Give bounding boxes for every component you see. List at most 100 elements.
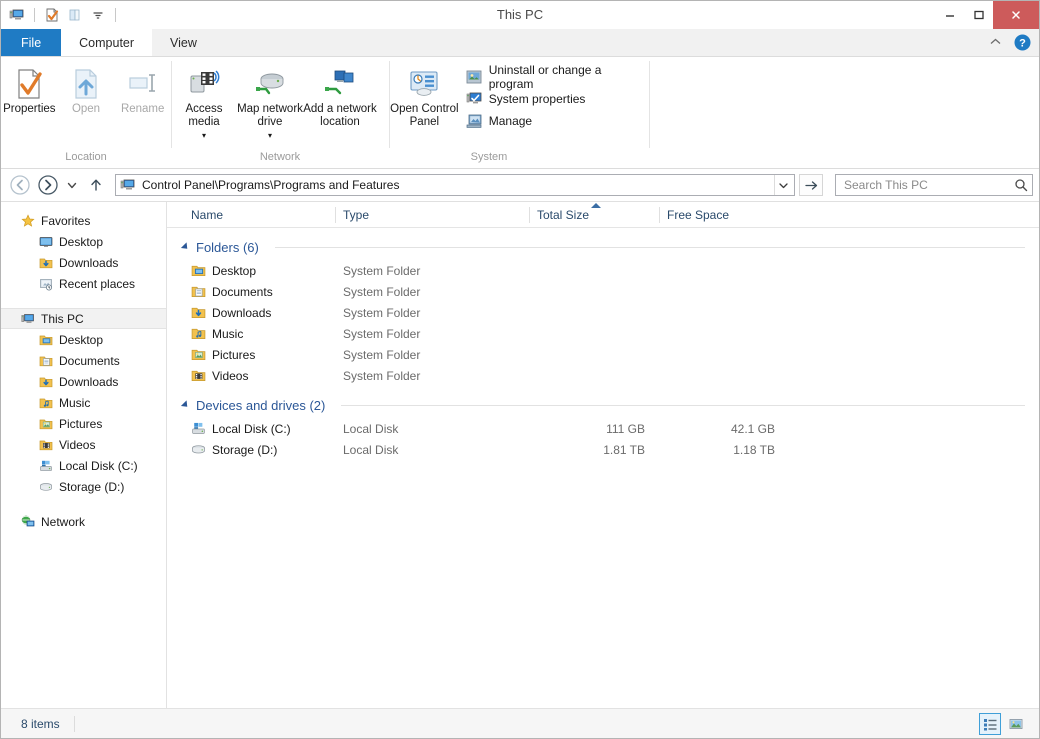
group-header-folders-label: Folders (6) [196, 240, 259, 255]
sidebar-label-local-disk-c: Local Disk (C:) [59, 459, 138, 473]
sidebar-label-network: Network [41, 515, 85, 529]
navigation-pane: Favorites Desktop Downloads Recent place… [1, 202, 167, 708]
sidebar-label-videos: Videos [59, 438, 95, 452]
large-icons-view-button[interactable] [1005, 713, 1027, 735]
rename-button[interactable]: Rename [114, 61, 171, 116]
sidebar-item-videos[interactable]: Videos [1, 434, 166, 455]
access-media-button[interactable]: Access media ▾ [171, 61, 237, 142]
row-free-cell: 42.1 GB [659, 422, 789, 436]
system-properties-icon [466, 91, 482, 107]
search-icon[interactable] [1014, 178, 1028, 192]
sidebar-item-recent-places[interactable]: Recent places [1, 273, 166, 294]
sidebar-item-fav-desktop[interactable]: Desktop [1, 231, 166, 252]
sidebar-item-desktop[interactable]: Desktop [1, 329, 166, 350]
column-header-type[interactable]: Type [335, 202, 529, 228]
uninstall-program-button[interactable]: Uninstall or change a program [466, 68, 649, 86]
row-name-cell: Documents [183, 284, 335, 299]
table-row[interactable]: Storage (D:) Local Disk 1.81 TB 1.18 TB [167, 439, 1039, 460]
maximize-button[interactable] [964, 1, 993, 29]
properties-label: Properties [3, 103, 55, 116]
details-view-button[interactable] [979, 713, 1001, 735]
sidebar-item-network[interactable]: Network [1, 511, 166, 532]
search-box[interactable]: Search This PC [835, 174, 1033, 196]
this-pc-icon [21, 312, 35, 326]
group-header-devices-label: Devices and drives (2) [196, 398, 325, 413]
tab-view[interactable]: View [152, 29, 215, 56]
forward-button[interactable] [35, 172, 61, 198]
collapse-ribbon-icon[interactable] [985, 37, 1006, 49]
downloads-icon [191, 305, 206, 320]
sidebar-item-fav-downloads[interactable]: Downloads [1, 252, 166, 273]
open-label: Open [72, 103, 100, 116]
this-pc-icon[interactable] [7, 5, 27, 25]
row-free-cell: 1.18 TB [659, 443, 789, 457]
properties-icon[interactable] [42, 5, 62, 25]
ribbon-group-system-label: System [329, 150, 649, 168]
sidebar-item-local-disk-c[interactable]: Local Disk (C:) [1, 455, 166, 476]
sidebar-item-storage-d[interactable]: Storage (D:) [1, 476, 166, 497]
sidebar-item-pictures[interactable]: Pictures [1, 413, 166, 434]
group-collapse-icon[interactable] [181, 242, 190, 251]
address-bar[interactable]: Control Panel\Programs\Programs and Feat… [115, 174, 795, 196]
sidebar-label-recent-places: Recent places [59, 277, 135, 291]
group-divider-line [275, 247, 1025, 248]
file-list-pane: Name Type Total Size Free Space Folders … [167, 202, 1039, 708]
customize-caret[interactable] [88, 5, 108, 25]
column-header-name[interactable]: Name [183, 202, 335, 228]
new-folder-icon[interactable] [65, 5, 85, 25]
table-row[interactable]: Music System Folder [167, 323, 1039, 344]
open-button[interactable]: Open [58, 61, 115, 116]
table-row[interactable]: Downloads System Folder [167, 302, 1039, 323]
column-header-total-size[interactable]: Total Size [529, 202, 659, 228]
group-header-devices[interactable]: Devices and drives (2) [167, 392, 1039, 418]
column-header-row: Name Type Total Size Free Space [167, 202, 1039, 228]
manage-button[interactable]: Manage [466, 112, 649, 130]
qat-separator-1 [34, 8, 35, 22]
rename-icon [126, 67, 160, 101]
map-network-drive-icon [253, 67, 287, 101]
sidebar-item-favorites[interactable]: Favorites [1, 210, 166, 231]
open-control-panel-button[interactable]: Open Control Panel [389, 61, 460, 129]
back-button[interactable] [7, 172, 33, 198]
table-row[interactable]: Documents System Folder [167, 281, 1039, 302]
column-header-free-space[interactable]: Free Space [659, 202, 789, 228]
help-icon[interactable]: ? [1014, 34, 1031, 51]
row-name-cell: Music [183, 326, 335, 341]
map-network-drive-button[interactable]: Map network drive ▾ [237, 61, 303, 142]
svg-text:?: ? [1019, 37, 1026, 49]
uninstall-program-icon [466, 69, 482, 85]
table-row[interactable]: Pictures System Folder [167, 344, 1039, 365]
group-header-folders[interactable]: Folders (6) [167, 234, 1039, 260]
sidebar-item-documents[interactable]: Documents [1, 350, 166, 371]
table-row[interactable]: Desktop System Folder [167, 260, 1039, 281]
tab-computer[interactable]: Computer [61, 29, 152, 56]
minimize-button[interactable] [935, 1, 964, 29]
table-row[interactable]: Videos System Folder [167, 365, 1039, 386]
hard-drive-icon [39, 459, 53, 473]
window-title: This PC [1, 1, 1039, 29]
videos-icon [39, 438, 53, 452]
quick-access-toolbar [1, 5, 120, 25]
search-input[interactable]: Search This PC [844, 178, 1014, 192]
map-network-drive-caret-icon[interactable]: ▾ [268, 129, 272, 142]
open-control-panel-label: Open Control Panel [389, 103, 460, 129]
access-media-caret-icon[interactable]: ▾ [202, 129, 206, 142]
system-properties-button[interactable]: System properties [466, 90, 649, 108]
close-button[interactable] [993, 1, 1039, 29]
recent-locations-button[interactable] [63, 172, 81, 198]
tab-file[interactable]: File [1, 29, 61, 56]
up-button[interactable] [83, 172, 109, 198]
sidebar-item-downloads[interactable]: Downloads [1, 371, 166, 392]
table-row[interactable]: Local Disk (C:) Local Disk 111 GB 42.1 G… [167, 418, 1039, 439]
add-network-location-button[interactable]: Add a network location [303, 61, 377, 129]
view-mode-buttons [979, 713, 1033, 735]
address-dropdown-icon[interactable] [774, 175, 792, 195]
explorer-window: This PC File Computer View ? [0, 0, 1040, 739]
group-collapse-icon[interactable] [181, 400, 190, 409]
row-total-cell: 111 GB [529, 422, 659, 436]
sidebar-item-music[interactable]: Music [1, 392, 166, 413]
go-button[interactable] [799, 174, 823, 196]
properties-button[interactable]: Properties [1, 61, 58, 116]
ribbon-group-trailing [649, 57, 1039, 168]
sidebar-item-this-pc[interactable]: This PC [1, 308, 166, 329]
